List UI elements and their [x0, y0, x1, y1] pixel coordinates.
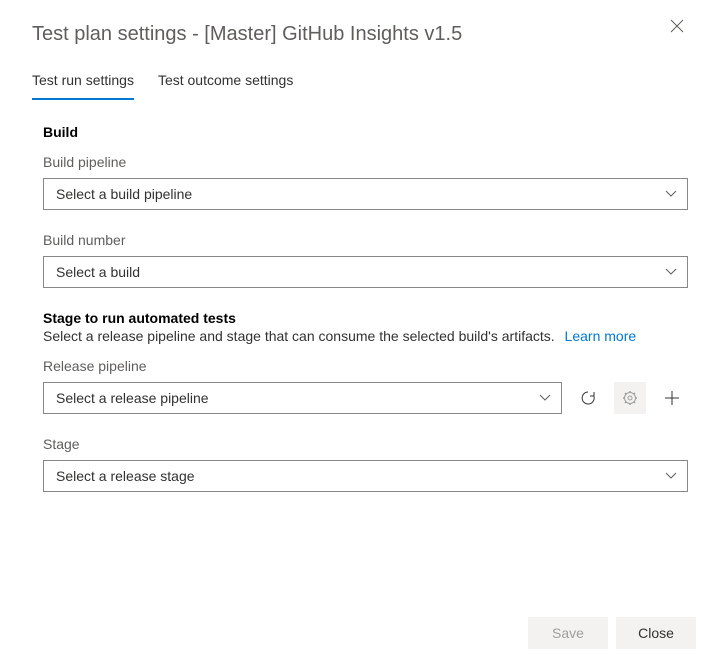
tabs: Test run settings Test outcome settings — [32, 68, 688, 100]
plus-icon — [664, 390, 680, 406]
footer: Save Close — [528, 617, 696, 649]
chevron-down-icon — [539, 392, 551, 404]
select-build-pipeline-value: Select a build pipeline — [56, 186, 192, 202]
section-title-build: Build — [43, 124, 688, 140]
gear-icon — [622, 390, 638, 406]
label-stage: Stage — [43, 436, 688, 452]
field-build-pipeline: Build pipeline Select a build pipeline — [43, 154, 688, 210]
select-stage-value: Select a release stage — [56, 468, 195, 484]
field-build-number: Build number Select a build — [43, 232, 688, 288]
select-release-pipeline-value: Select a release pipeline — [56, 390, 209, 406]
close-button[interactable]: Close — [616, 617, 696, 649]
section-title-stage: Stage to run automated tests — [43, 310, 688, 326]
section-stage-heading: Stage to run automated tests Select a re… — [43, 310, 688, 344]
refresh-button[interactable] — [572, 382, 604, 414]
label-build-number: Build number — [43, 232, 688, 248]
select-build-number[interactable]: Select a build — [43, 256, 688, 288]
select-stage[interactable]: Select a release stage — [43, 460, 688, 492]
select-release-pipeline[interactable]: Select a release pipeline — [43, 382, 562, 414]
settings-button[interactable] — [614, 382, 646, 414]
save-button[interactable]: Save — [528, 617, 608, 649]
label-release-pipeline: Release pipeline — [43, 358, 688, 374]
section-desc-stage: Select a release pipeline and stage that… — [43, 328, 688, 344]
chevron-down-icon — [665, 188, 677, 200]
tab-test-run-settings[interactable]: Test run settings — [32, 68, 134, 100]
refresh-icon — [580, 390, 596, 406]
content: Build Build pipeline Select a build pipe… — [32, 122, 688, 645]
title-row: Test plan settings - [Master] GitHub Ins… — [32, 17, 688, 68]
close-icon[interactable] — [666, 15, 688, 41]
dialog-title: Test plan settings - [Master] GitHub Ins… — [32, 23, 462, 46]
label-build-pipeline: Build pipeline — [43, 154, 688, 170]
select-build-number-value: Select a build — [56, 264, 140, 280]
learn-more-link[interactable]: Learn more — [565, 328, 637, 344]
select-build-pipeline[interactable]: Select a build pipeline — [43, 178, 688, 210]
field-release-pipeline: Release pipeline Select a release pipeli… — [43, 358, 688, 414]
chevron-down-icon — [665, 266, 677, 278]
chevron-down-icon — [665, 470, 677, 482]
add-button[interactable] — [656, 382, 688, 414]
dialog: Test plan settings - [Master] GitHub Ins… — [0, 0, 720, 669]
field-stage: Stage Select a release stage — [43, 436, 688, 492]
section-desc-text: Select a release pipeline and stage that… — [43, 328, 555, 344]
tab-test-outcome-settings[interactable]: Test outcome settings — [158, 68, 293, 100]
